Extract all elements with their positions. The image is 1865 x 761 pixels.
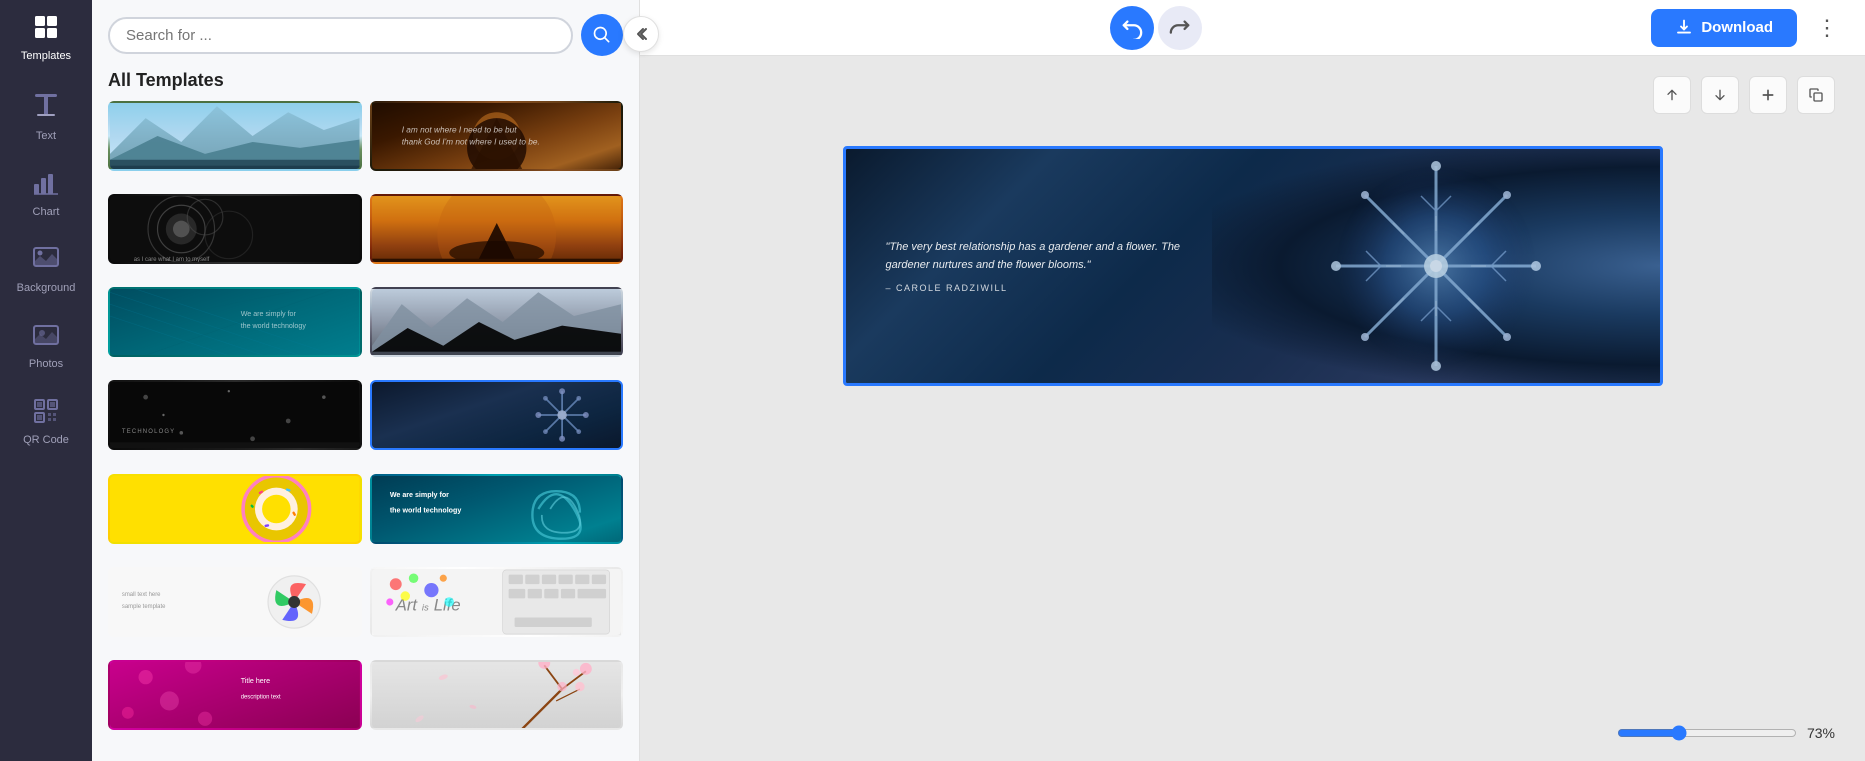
template-thumb[interactable]: small text here sample template xyxy=(108,567,362,637)
templates-icon xyxy=(33,14,59,44)
sidebar: Templates Text Chart xyxy=(0,0,92,761)
svg-text:Title here: Title here xyxy=(241,677,270,685)
move-up-button[interactable] xyxy=(1653,76,1691,114)
download-button[interactable]: Download xyxy=(1651,9,1797,47)
svg-text:is: is xyxy=(421,602,428,613)
template-thumb[interactable]: Art is Life xyxy=(370,567,624,637)
template-thumb[interactable] xyxy=(370,660,624,730)
template-thumb[interactable]: I am not where I need to be but thank Go… xyxy=(370,101,624,171)
zoom-bar: 73% xyxy=(1617,725,1835,741)
template-thumb[interactable]: Title here description text xyxy=(108,660,362,730)
svg-text:TECHNOLOGY: TECHNOLOGY xyxy=(122,429,175,435)
move-down-button[interactable] xyxy=(1701,76,1739,114)
zoom-label: 73% xyxy=(1807,725,1835,741)
canvas-controls xyxy=(1653,76,1835,114)
svg-text:sample template: sample template xyxy=(122,604,166,610)
svg-text:I am not where I need to be bu: I am not where I need to be but xyxy=(401,124,517,134)
template-thumb[interactable] xyxy=(370,380,624,450)
quote-main-text: "The very best relationship has a garden… xyxy=(886,239,1206,274)
photos-icon xyxy=(32,322,60,352)
svg-text:the world technology: the world technology xyxy=(241,322,307,330)
search-input[interactable] xyxy=(126,27,555,44)
template-thumb[interactable] xyxy=(370,287,624,357)
sidebar-item-photos[interactable]: Photos xyxy=(0,308,92,384)
svg-text:the world technology: the world technology xyxy=(389,506,461,514)
canvas-frame[interactable]: "The very best relationship has a garden… xyxy=(843,146,1663,386)
sidebar-item-label-photos: Photos xyxy=(29,358,63,370)
main-content: Download ⋮ xyxy=(640,0,1865,761)
toolbar-center xyxy=(1110,6,1202,50)
template-thumb[interactable] xyxy=(108,101,362,171)
canvas-area: "The very best relationship has a garden… xyxy=(640,56,1865,761)
svg-text:thank God I'm not where I used: thank God I'm not where I used to be. xyxy=(401,136,539,146)
sidebar-item-templates[interactable]: Templates xyxy=(0,0,92,76)
snowflake-decoration xyxy=(1212,149,1660,383)
svg-text:We are simply for: We are simply for xyxy=(389,491,448,499)
svg-text:description text: description text xyxy=(241,694,281,700)
duplicate-button[interactable] xyxy=(1797,76,1835,114)
quote-author-text: – CAROLE RADZIWILL xyxy=(886,283,1206,293)
sidebar-item-label-text: Text xyxy=(36,130,56,142)
template-thumb[interactable] xyxy=(108,474,362,544)
top-toolbar: Download ⋮ xyxy=(640,0,1865,56)
template-thumb[interactable] xyxy=(370,194,624,264)
template-thumb[interactable]: I do not care so much what I am to other… xyxy=(108,194,362,264)
search-input-wrap[interactable] xyxy=(108,17,573,54)
sidebar-item-qrcode[interactable]: QR Code xyxy=(0,384,92,460)
search-bar xyxy=(92,0,639,66)
background-icon xyxy=(32,246,60,276)
templates-panel: All Templates xyxy=(92,0,640,761)
zoom-slider[interactable] xyxy=(1617,725,1797,741)
add-section-button[interactable] xyxy=(1749,76,1787,114)
chart-icon xyxy=(32,170,60,200)
sidebar-item-label-qrcode: QR Code xyxy=(23,434,69,446)
templates-grid: I am not where I need to be but thank Go… xyxy=(92,101,639,761)
sidebar-item-text[interactable]: Text xyxy=(0,76,92,156)
sidebar-item-background[interactable]: Background xyxy=(0,232,92,308)
toolbar-right: Download ⋮ xyxy=(1651,9,1845,47)
text-icon xyxy=(33,90,59,124)
template-thumb[interactable]: TECHNOLOGY xyxy=(108,380,362,450)
qrcode-icon xyxy=(33,398,59,428)
sidebar-item-label-templates: Templates xyxy=(21,50,71,62)
svg-text:We are simply for: We are simply for xyxy=(241,310,297,318)
collapse-button[interactable] xyxy=(623,16,659,52)
sidebar-item-label-chart: Chart xyxy=(33,206,60,218)
template-thumb[interactable]: We are simply for the world technology xyxy=(370,474,624,544)
sidebar-item-chart[interactable]: Chart xyxy=(0,156,92,232)
svg-text:as I care what I am to myself: as I care what I am to myself xyxy=(134,257,210,262)
banner-background: "The very best relationship has a garden… xyxy=(846,149,1660,383)
redo-button[interactable] xyxy=(1158,6,1202,50)
svg-text:small text here: small text here xyxy=(122,592,161,598)
quote-container: "The very best relationship has a garden… xyxy=(886,239,1206,292)
panel-title: All Templates xyxy=(92,66,639,101)
more-options-button[interactable]: ⋮ xyxy=(1809,10,1845,46)
undo-button[interactable] xyxy=(1110,6,1154,50)
search-button[interactable] xyxy=(581,14,623,56)
template-thumb[interactable]: We are simply for the world technology xyxy=(108,287,362,357)
sidebar-item-label-background: Background xyxy=(17,282,76,294)
